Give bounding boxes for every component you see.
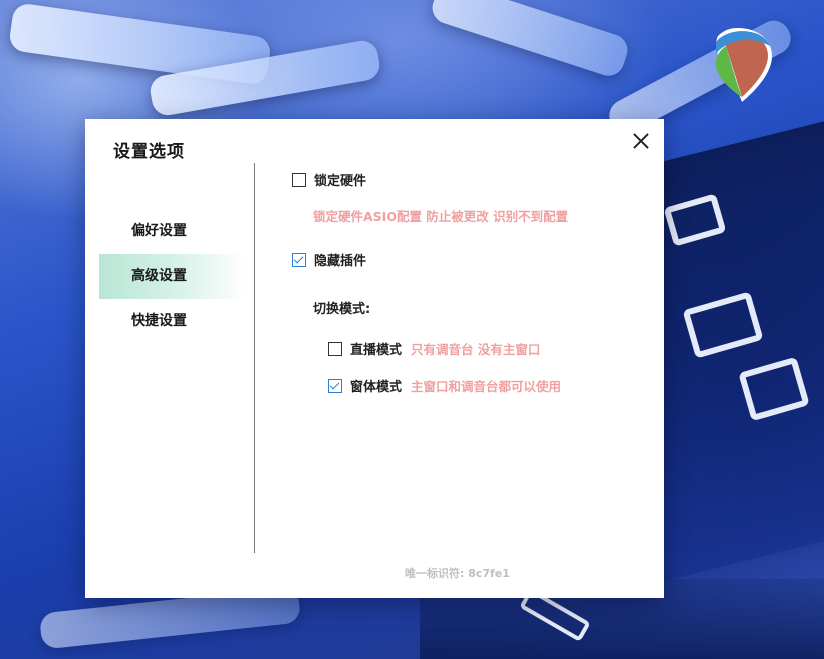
live-mode-hint: 只有调音台 没有主窗口 bbox=[411, 342, 541, 357]
settings-nav: 偏好设置 高级设置 快捷设置 bbox=[99, 209, 245, 344]
nav-item-shortcuts[interactable]: 快捷设置 bbox=[99, 299, 245, 344]
hide-plugins-checkbox[interactable] bbox=[292, 252, 306, 267]
window-mode-checkbox[interactable] bbox=[328, 378, 342, 393]
nav-item-preferences[interactable]: 偏好设置 bbox=[99, 209, 245, 254]
settings-dialog: 设置选项 偏好设置 高级设置 快捷设置 锁定硬件 锁定硬件ASIO配置 防止被更… bbox=[85, 119, 664, 598]
hide-plugins-option[interactable]: 隐藏插件 bbox=[292, 250, 366, 269]
window-mode-option[interactable]: 窗体模式 主窗口和调音台都可以使用 bbox=[328, 376, 561, 395]
lock-hardware-checkbox[interactable] bbox=[292, 172, 306, 187]
dialog-title: 设置选项 bbox=[113, 142, 185, 162]
lock-hardware-hint: 锁定硬件ASIO配置 防止被更改 识别不到配置 bbox=[313, 209, 569, 224]
switch-mode-label: 切换模式: bbox=[313, 302, 371, 317]
nav-divider bbox=[254, 163, 255, 553]
background-ribbon bbox=[428, 0, 632, 80]
live-mode-label: 直播模式 bbox=[350, 343, 403, 358]
live-mode-checkbox[interactable] bbox=[328, 341, 342, 356]
reaper-logo-icon bbox=[716, 28, 772, 102]
lock-hardware-option[interactable]: 锁定硬件 bbox=[292, 170, 366, 189]
window-mode-hint: 主窗口和调音台都可以使用 bbox=[411, 379, 562, 394]
live-mode-option[interactable]: 直播模式 只有调音台 没有主窗口 bbox=[328, 339, 540, 358]
hide-plugins-label: 隐藏插件 bbox=[314, 254, 367, 269]
unique-id-text: 唯一标识符: 8c7fe1 bbox=[405, 567, 510, 580]
advanced-settings-panel: 锁定硬件 锁定硬件ASIO配置 防止被更改 识别不到配置 隐藏插件 切换模式: … bbox=[292, 119, 664, 598]
nav-item-advanced[interactable]: 高级设置 bbox=[99, 254, 245, 299]
lock-hardware-label: 锁定硬件 bbox=[314, 174, 367, 189]
window-mode-label: 窗体模式 bbox=[350, 380, 403, 395]
